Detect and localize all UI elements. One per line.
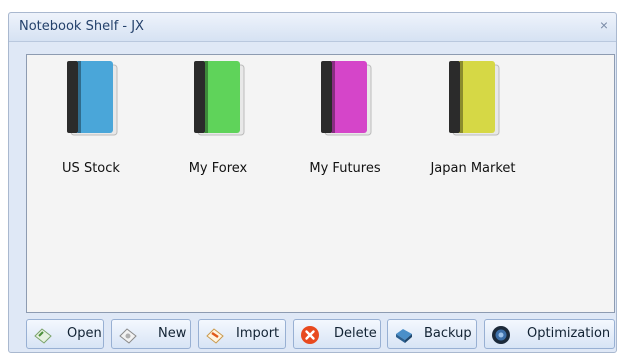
book-icon	[194, 61, 245, 136]
notebook-shelf: US Stock My Forex My Futures Japan Marke…	[26, 54, 615, 313]
delete-button[interactable]: Delete	[293, 319, 381, 349]
close-icon[interactable]: ×	[600, 17, 608, 33]
notebook-japan-market[interactable]: Japan Market	[423, 59, 523, 177]
import-icon	[206, 328, 224, 344]
book-icon	[67, 61, 118, 136]
import-button[interactable]: Import	[198, 319, 286, 349]
notebook-my-futures[interactable]: My Futures	[295, 59, 395, 177]
delete-label: Delete	[334, 326, 377, 341]
open-label: Open	[67, 326, 102, 341]
optimization-button[interactable]: Optimization	[484, 319, 615, 349]
notebook-label: US Stock	[62, 161, 120, 176]
notebook-us-stock[interactable]: US Stock	[41, 59, 141, 177]
book-icon	[449, 61, 500, 136]
title-bar: Notebook Shelf - JX ×	[9, 13, 616, 42]
new-label: New	[158, 326, 187, 341]
optimization-label: Optimization	[527, 326, 611, 341]
notebook-label: Japan Market	[430, 161, 516, 176]
new-icon	[119, 328, 137, 344]
open-icon	[34, 328, 52, 344]
new-button[interactable]: New	[111, 319, 191, 349]
notebook-my-forex[interactable]: My Forex	[168, 59, 268, 177]
delete-icon	[301, 326, 319, 344]
optimization-icon	[492, 326, 510, 344]
notebook-label: My Forex	[188, 161, 248, 176]
book-icon	[321, 61, 372, 136]
notebook-shelf-dialog: Notebook Shelf - JX × US Stock My Forex	[8, 12, 617, 353]
notebook-label: My Futures	[309, 161, 381, 176]
backup-label: Backup	[424, 326, 472, 341]
toolbar: Open New Import Delete Backup Optimizati…	[26, 319, 615, 349]
backup-button[interactable]: Backup	[387, 319, 477, 349]
import-label: Import	[236, 326, 280, 341]
open-button[interactable]: Open	[26, 319, 104, 349]
window-title: Notebook Shelf - JX	[19, 19, 144, 34]
backup-icon	[396, 329, 412, 343]
